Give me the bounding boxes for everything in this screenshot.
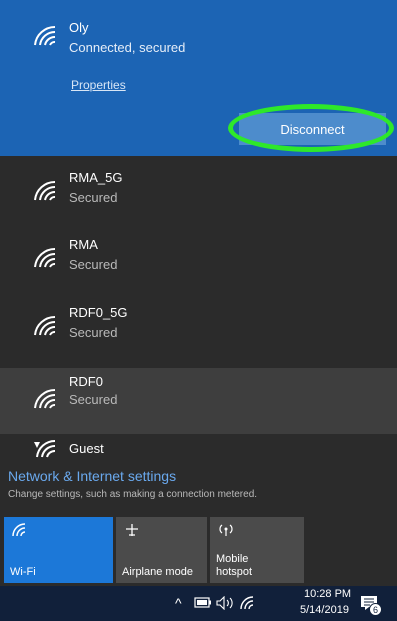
volume-icon[interactable] bbox=[216, 596, 234, 610]
guest-network-item[interactable]: Guest bbox=[0, 436, 397, 462]
notification-count-badge: 6 bbox=[369, 603, 382, 616]
network-item-rdf0[interactable]: RDF0 Secured bbox=[0, 368, 397, 434]
properties-link[interactable]: Properties bbox=[71, 78, 126, 92]
network-status: Secured bbox=[69, 257, 118, 272]
wifi-open-icon bbox=[34, 439, 56, 458]
hotspot-tile-label: Mobile hotspot bbox=[216, 553, 252, 579]
network-item-rma-5g[interactable]: RMA_5G Secured bbox=[0, 163, 397, 219]
airplane-mode-tile[interactable]: Airplane mode bbox=[116, 517, 207, 583]
wifi-signal-icon bbox=[34, 247, 56, 268]
wifi-tile-label: Wi-Fi bbox=[10, 566, 36, 578]
wifi-signal-icon bbox=[34, 25, 56, 46]
clock-date[interactable]: 5/14/2019 bbox=[300, 604, 349, 616]
wifi-signal-icon bbox=[34, 180, 56, 201]
network-status: Secured bbox=[69, 325, 118, 340]
hotspot-label-line1: Mobile bbox=[216, 553, 249, 565]
highlight-circle bbox=[228, 104, 394, 152]
wifi-signal-icon bbox=[34, 388, 56, 409]
wifi-signal-icon bbox=[34, 315, 56, 336]
network-ssid: RDF0_5G bbox=[69, 305, 128, 320]
network-status: Secured bbox=[69, 190, 118, 205]
hotspot-label-line2: hotspot bbox=[216, 566, 253, 578]
mobile-hotspot-tile[interactable]: Mobile hotspot bbox=[210, 517, 304, 583]
hotspot-icon bbox=[219, 524, 233, 536]
network-item-rdf0-5g[interactable]: RDF0_5G Secured bbox=[0, 298, 397, 354]
network-ssid: RMA_5G bbox=[69, 170, 123, 185]
battery-icon[interactable] bbox=[194, 597, 212, 608]
network-settings-link[interactable]: Network & Internet settings bbox=[8, 468, 176, 484]
connected-ssid: Oly bbox=[69, 20, 89, 35]
airplane-icon bbox=[126, 524, 138, 536]
airplane-tile-label: Airplane mode bbox=[122, 566, 193, 578]
connected-status: Connected, secured bbox=[69, 40, 186, 55]
network-status: Secured bbox=[69, 392, 118, 407]
wifi-tray-icon[interactable] bbox=[240, 596, 256, 610]
notification-center-button[interactable]: 6 bbox=[360, 593, 382, 616]
network-ssid: RMA bbox=[69, 237, 98, 252]
show-hidden-icons-icon[interactable]: ^ bbox=[175, 595, 182, 611]
wifi-icon bbox=[12, 523, 26, 537]
network-settings-description: Change settings, such as making a connec… bbox=[8, 489, 258, 500]
clock-time[interactable]: 10:28 PM bbox=[304, 588, 351, 600]
wifi-toggle-tile[interactable]: Wi-Fi bbox=[4, 517, 113, 583]
guest-label: Guest bbox=[69, 441, 104, 456]
network-ssid: RDF0 bbox=[69, 374, 103, 389]
network-item-rma[interactable]: RMA Secured bbox=[0, 230, 397, 286]
